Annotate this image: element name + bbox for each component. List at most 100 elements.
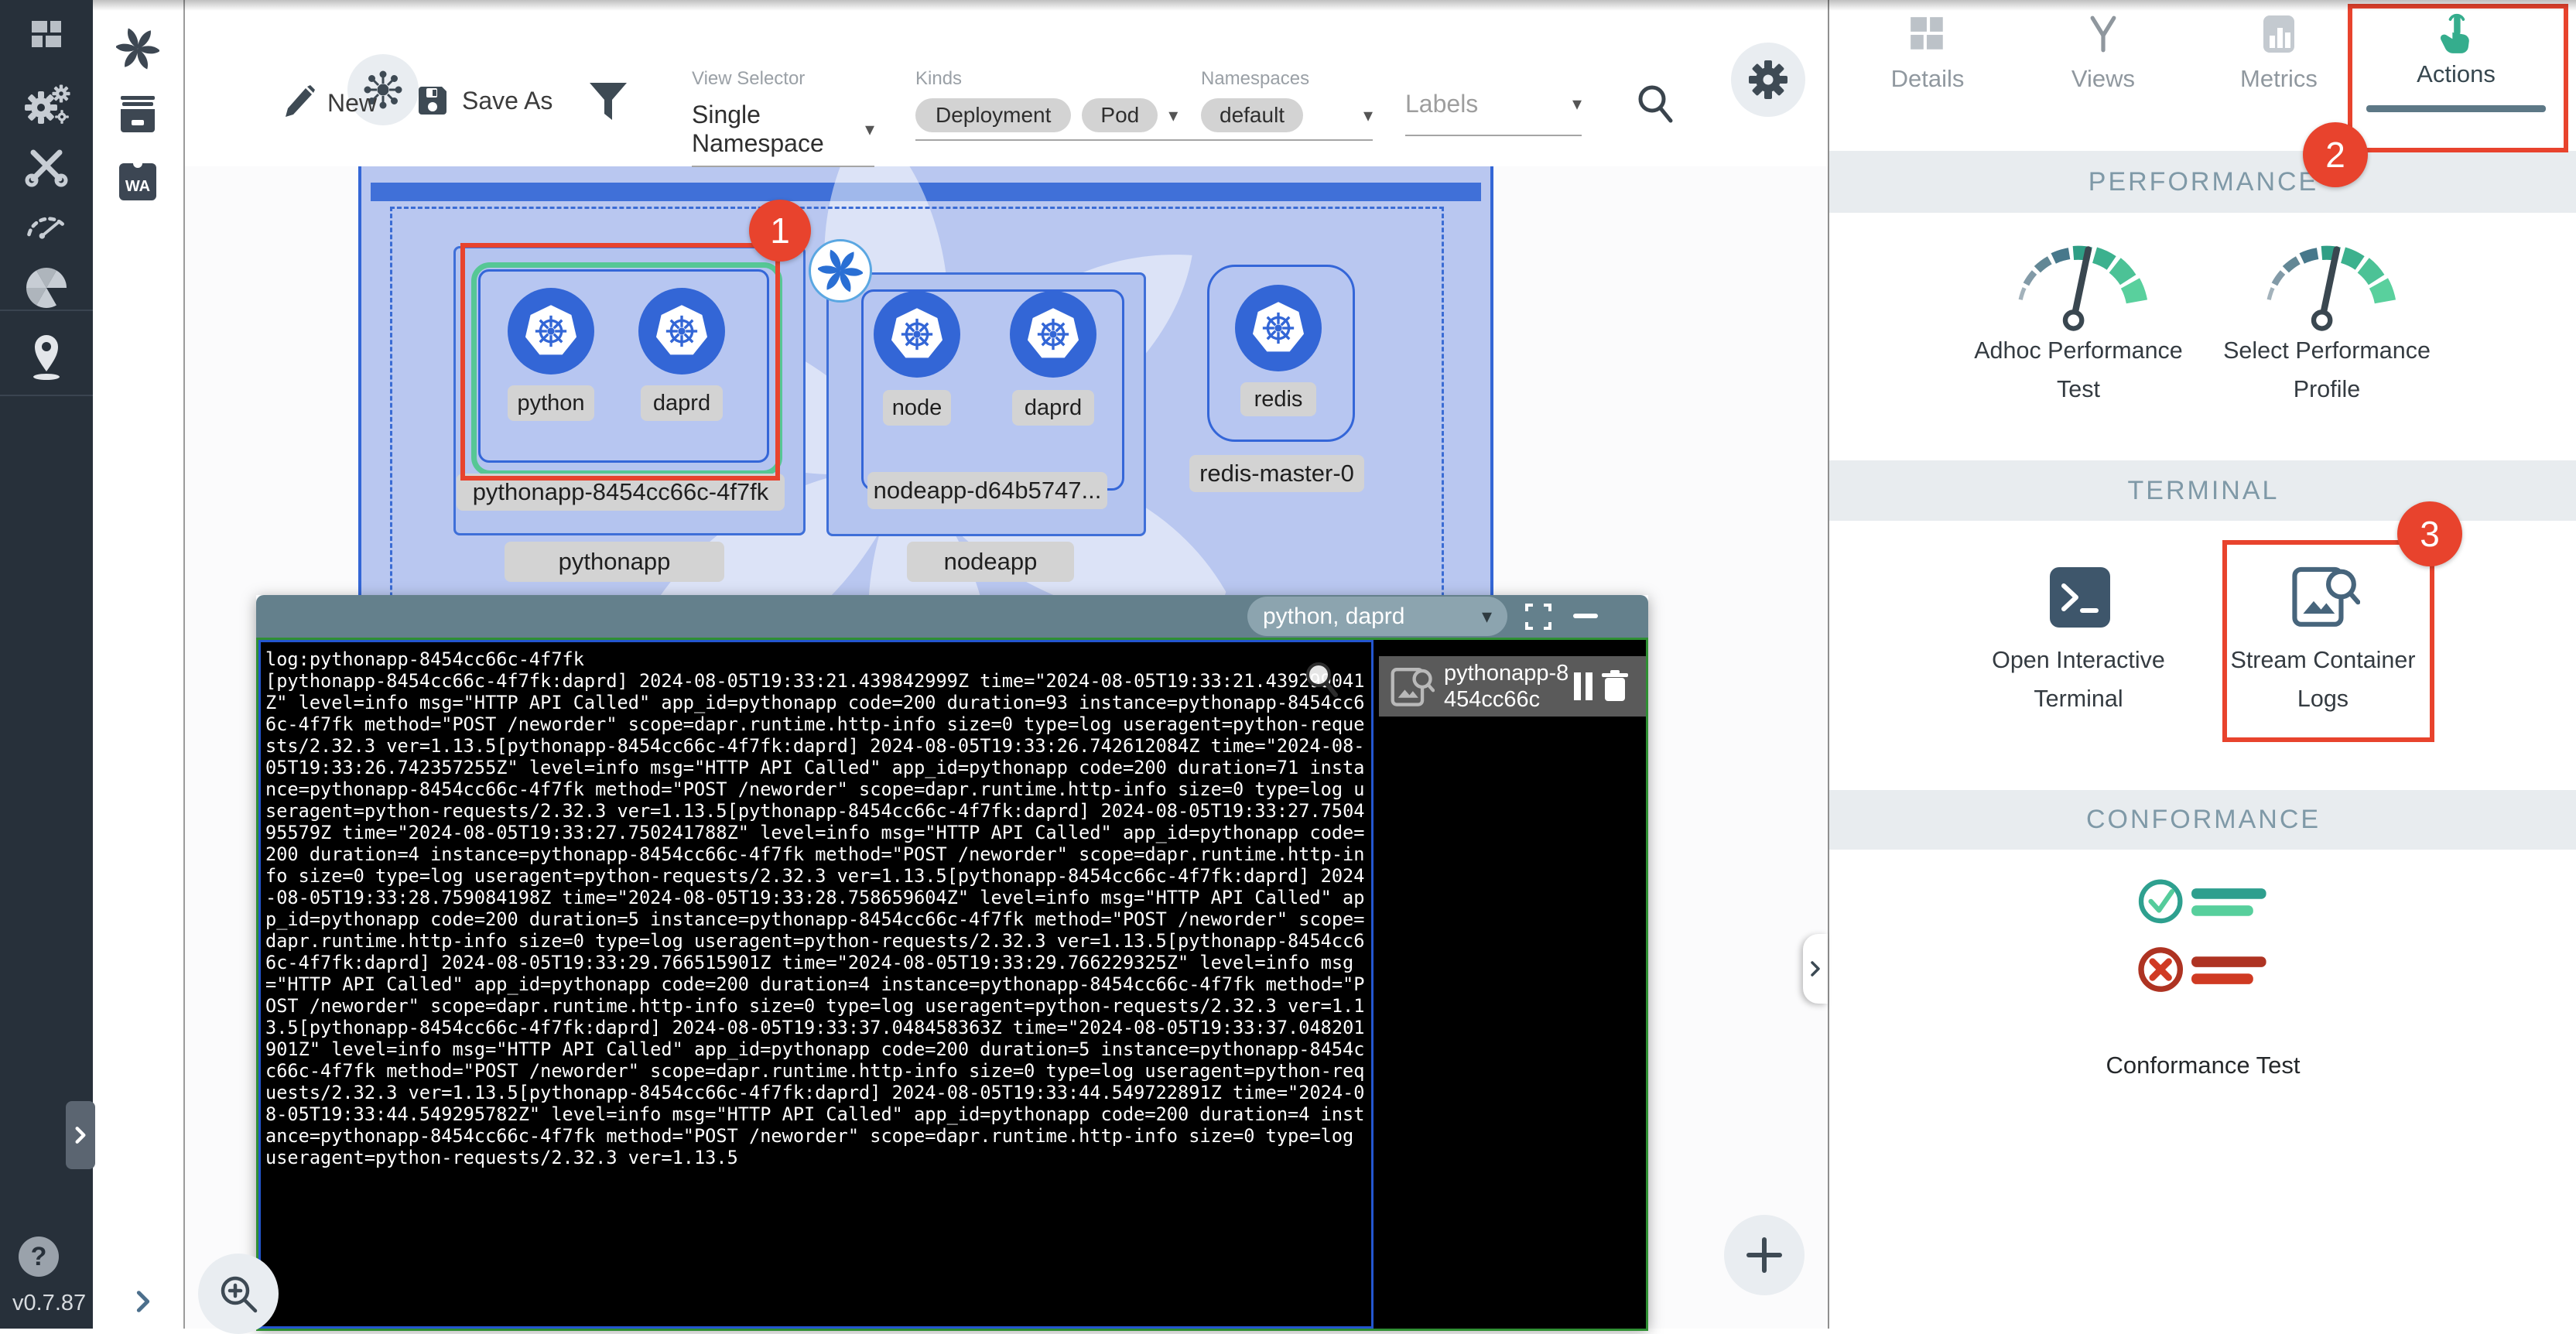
gears-icon[interactable] (0, 77, 93, 133)
speedometer-icon[interactable] (0, 195, 93, 251)
action-open-interactive-terminal[interactable]: Open Interactive Terminal (1982, 641, 2175, 718)
pinwheel-logo[interactable] (93, 22, 182, 76)
metrics-icon (2260, 14, 2298, 54)
annotation-rect-3 (2222, 540, 2434, 742)
dapr-badge-icon (809, 239, 872, 303)
namespaces-filter[interactable]: Namespaces default ▾ (1201, 68, 1373, 141)
annotation-rect-2 (2348, 4, 2568, 152)
logo-rail: WA (93, 0, 185, 1329)
details-icon (1907, 14, 1948, 54)
new-button[interactable]: New (282, 85, 377, 121)
log-output-pane[interactable]: log:pythonapp-8454cc66c-4f7fk [pythonapp… (258, 640, 1374, 1329)
action-adhoc-performance-test[interactable]: Adhoc Performance Test (1970, 331, 2187, 409)
chevron-down-icon: ▾ (1572, 93, 1582, 115)
pause-icon[interactable] (1574, 672, 1592, 700)
kubernetes-icon (1023, 304, 1083, 364)
new-label: New (327, 89, 377, 118)
view-selector-label: View Selector (692, 68, 874, 90)
pie-icon[interactable] (0, 260, 93, 316)
terminal-body: log:pythonapp-8454cc66c-4f7fk [pythonapp… (256, 638, 1648, 1331)
pod-label: redis-master-0 (1189, 455, 1364, 492)
action-select-performance-profile[interactable]: Select Performance Profile (2219, 331, 2435, 409)
tab-views[interactable]: Views (2022, 14, 2184, 93)
gauge-icon (2238, 217, 2416, 348)
right-panel: Details Views Metrics Actions PERFORMANC… (1828, 0, 2576, 1329)
log-terminal-window: python, daprd ▾ log:pythonapp-8454cc66c-… (256, 595, 1648, 1329)
filter-icon[interactable] (588, 81, 628, 123)
chevron-down-icon: ▾ (1168, 104, 1178, 127)
session-name: pythonapp-8454cc66c (1444, 660, 1569, 713)
section-conformance: CONFORMANCE (1829, 790, 2576, 850)
main-toolbar: New Save As View Selector Single Namespa… (183, 0, 1828, 166)
rail-expand-chevron[interactable] (130, 1286, 156, 1317)
sidebar-divider (0, 395, 93, 396)
trash-icon[interactable] (1600, 670, 1630, 703)
kinds-filter[interactable]: Kinds Deployment Pod ▾ (915, 68, 1214, 141)
tab-details[interactable]: Details (1846, 14, 2009, 93)
terminal-icon (2050, 567, 2110, 628)
container-node[interactable] (874, 291, 960, 378)
help-icon[interactable]: ? (19, 1237, 59, 1277)
namespaces-label: Namespaces (1201, 68, 1373, 90)
container-redis[interactable] (1235, 285, 1322, 371)
sidebar-expand-chevron[interactable] (66, 1101, 95, 1169)
annotation-badge-3: 3 (2397, 501, 2462, 566)
labels-placeholder: Labels (1405, 90, 1478, 118)
pod-label: nodeapp-d64b5747... (867, 472, 1107, 509)
conformance-icon (2130, 871, 2284, 1002)
view-selector-value: Single Namespace (692, 101, 865, 158)
action-conformance-test[interactable]: Conformance Test (2087, 1046, 2319, 1085)
app-label: nodeapp (907, 542, 1074, 582)
archive-icon[interactable] (93, 87, 182, 141)
save-as-label: Save As (462, 87, 552, 115)
annotation-badge-2: 2 (2303, 122, 2368, 187)
container-selector-dropdown[interactable]: python, daprd ▾ (1247, 597, 1507, 636)
fullscreen-icon[interactable] (1524, 602, 1553, 631)
annotation-rect-1 (460, 243, 780, 481)
log-text: log:pythonapp-8454cc66c-4f7fk [pythonapp… (261, 642, 1370, 1168)
chevron-down-icon: ▾ (1482, 604, 1492, 628)
dashboard-icon[interactable] (0, 8, 93, 63)
container-label: daprd (1012, 390, 1094, 426)
panel-expand-chevron[interactable] (1803, 934, 1828, 1004)
save-as-button[interactable]: Save As (416, 84, 552, 118)
svg-text:WA: WA (125, 178, 149, 195)
save-icon (416, 84, 450, 118)
labels-filter[interactable]: Labels ▾ (1405, 87, 1582, 136)
container-label: redis (1240, 382, 1316, 416)
location-pin-icon[interactable] (0, 323, 93, 384)
section-terminal: TERMINAL (1829, 460, 2576, 521)
magnifier-icon[interactable] (1303, 659, 1340, 699)
gauge-icon (1989, 217, 2167, 348)
section-performance: PERFORMANCE (1829, 151, 2576, 213)
views-icon (2083, 14, 2123, 54)
top-shadow (93, 0, 2576, 11)
container-daprd[interactable] (1010, 291, 1096, 378)
chevron-down-icon: ▾ (1363, 104, 1373, 127)
stream-logs-icon (1390, 665, 1435, 707)
sidebar-divider (0, 310, 93, 311)
search-icon[interactable] (1635, 82, 1675, 125)
log-session-item[interactable]: pythonapp-8454cc66c (1379, 656, 1646, 717)
gear-icon (1748, 60, 1788, 100)
terminal-header[interactable]: python, daprd ▾ (256, 595, 1648, 638)
kubernetes-icon (887, 304, 947, 364)
tab-metrics[interactable]: Metrics (2198, 14, 2360, 93)
kinds-label: Kinds (915, 68, 1214, 90)
chevron-down-icon: ▾ (865, 118, 874, 141)
zoom-in-button[interactable] (198, 1254, 279, 1334)
wa-badge[interactable]: WA (93, 155, 182, 209)
namespace-chip[interactable]: default (1201, 98, 1303, 132)
kind-chip[interactable]: Pod (1082, 98, 1158, 132)
container-selector-value: python, daprd (1263, 604, 1404, 630)
left-sidebar: ? v0.7.87 (0, 0, 93, 1329)
container-label: node (883, 390, 951, 426)
add-button[interactable] (1724, 1215, 1805, 1295)
minimize-icon[interactable] (1573, 614, 1598, 618)
tools-icon[interactable] (0, 138, 93, 193)
settings-gear-button[interactable] (1731, 43, 1805, 117)
view-selector[interactable]: View Selector Single Namespace ▾ (692, 68, 874, 167)
kind-chip[interactable]: Deployment (915, 98, 1071, 132)
kubernetes-icon (1248, 298, 1309, 358)
annotation-badge-1: 1 (749, 200, 811, 262)
